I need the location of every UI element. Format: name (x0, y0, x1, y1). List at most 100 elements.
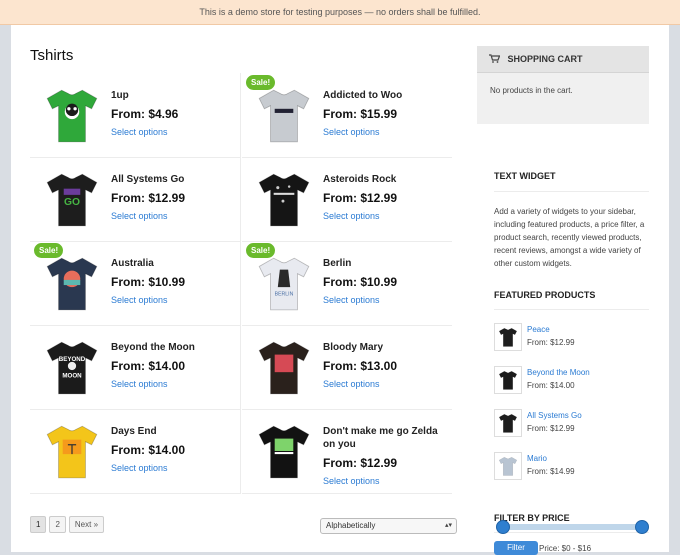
next-page-button[interactable]: Next » (68, 516, 105, 533)
page-1-button[interactable]: 1 (30, 516, 47, 533)
sidebar: SHOPPING CART No products in the cart. T… (477, 46, 649, 552)
product-card[interactable]: Sale! BERLIN Berlin From: $10.99 Select opti… (242, 241, 452, 326)
cart-title: SHOPPING CART (507, 54, 583, 64)
select-arrows-icon: ▴▾ (444, 522, 452, 529)
featured-product-item[interactable]: All Systems Go From: $12.99 (494, 409, 649, 443)
price-slider-track[interactable] (500, 524, 640, 530)
filter-button[interactable]: Filter (494, 541, 538, 555)
sort-selected-value: Alphabetically (326, 521, 376, 530)
select-options-link[interactable]: Select options (111, 463, 239, 473)
cart-icon (489, 54, 501, 63)
divider (494, 191, 649, 192)
product-info: Australia From: $10.99 Select options (111, 257, 239, 305)
price-slider-max-handle[interactable] (635, 520, 649, 534)
svg-text:BEYOND: BEYOND (59, 356, 86, 363)
select-options-link[interactable]: Select options (323, 127, 451, 137)
product-price: From: $12.99 (323, 456, 398, 470)
product-name[interactable]: All Systems Go (111, 173, 239, 186)
product-card[interactable]: Bloody Mary From: $13.00 Select options (242, 325, 452, 410)
product-name[interactable]: Bloody Mary (323, 341, 451, 354)
product-thumbnail[interactable] (40, 419, 104, 483)
svg-text:MOON: MOON (62, 372, 82, 379)
text-widget-body: Add a variety of widgets to your sidebar… (494, 207, 645, 268)
product-name[interactable]: Don't make me go Zelda on you (323, 425, 451, 451)
sort-select[interactable]: Alphabetically ▴▾ (320, 518, 457, 534)
product-thumbnail[interactable]: BEYOND MOON (40, 335, 104, 399)
select-options-link[interactable]: Select options (323, 295, 451, 305)
product-price: From: $15.99 (323, 107, 398, 121)
shopping-cart-widget: SHOPPING CART No products in the cart. (477, 46, 649, 124)
product-card[interactable]: 1up From: $4.96 Select options (30, 73, 241, 158)
select-options-link[interactable]: Select options (111, 379, 239, 389)
featured-product-price: From: $12.99 (527, 338, 575, 347)
product-thumbnail[interactable] (40, 83, 104, 147)
featured-product-name[interactable]: Mario (527, 454, 547, 463)
featured-product-item[interactable]: Mario From: $14.99 (494, 452, 649, 486)
product-thumbnail[interactable] (252, 335, 316, 399)
featured-product-price: From: $14.99 (527, 467, 575, 476)
divider (494, 532, 649, 533)
product-info: Addicted to Woo From: $15.99 Select option… (323, 89, 451, 137)
select-options-link[interactable]: Select options (111, 211, 239, 221)
featured-product-name[interactable]: Peace (527, 325, 550, 334)
page-title: Tshirts (30, 47, 74, 64)
product-name[interactable]: Beyond the Moon (111, 341, 239, 354)
product-name[interactable]: Addicted to Woo (323, 89, 451, 102)
product-info: Days End From: $14.00 Select options (111, 425, 239, 473)
product-card[interactable]: Sale! Addicted to Woo From: $15.99 Select o… (242, 73, 452, 158)
product-card[interactable]: Days End From: $14.00 Select options (30, 409, 241, 494)
featured-products-title: FEATURED PRODUCTS (494, 290, 596, 300)
product-card[interactable]: Don't make me go Zelda on you From: $12.9… (242, 409, 452, 494)
price-slider-min-handle[interactable] (496, 520, 510, 534)
page: Tshirts 1up From: $4.96 Select options Sale… (11, 25, 669, 552)
page-2-button[interactable]: 2 (49, 516, 66, 533)
product-thumbnail[interactable] (252, 167, 316, 231)
product-card[interactable]: Sale! Australia From: $10.99 Select options (30, 241, 241, 326)
product-thumbnail[interactable]: BERLIN (252, 251, 316, 315)
cart-header: SHOPPING CART (477, 46, 649, 73)
featured-product-thumbnail[interactable] (494, 452, 522, 480)
cart-empty-message: No products in the cart. (490, 86, 573, 95)
product-name[interactable]: Australia (111, 257, 239, 270)
select-options-link[interactable]: Select options (323, 379, 451, 389)
product-price: From: $14.00 (111, 359, 186, 373)
featured-product-thumbnail[interactable] (494, 409, 522, 437)
featured-product-thumbnail[interactable] (494, 323, 522, 351)
product-thumbnail[interactable] (40, 251, 104, 315)
product-card[interactable]: GO All Systems Go From: $12.99 Select optio… (30, 157, 241, 242)
select-options-link[interactable]: Select options (111, 127, 239, 137)
product-info: 1up From: $4.96 Select options (111, 89, 239, 137)
select-options-link[interactable]: Select options (111, 295, 239, 305)
product-name[interactable]: 1up (111, 89, 239, 102)
product-thumbnail[interactable] (252, 419, 316, 483)
featured-product-item[interactable]: Beyond the Moon From: $14.00 (494, 366, 649, 400)
svg-text:BERLIN: BERLIN (275, 291, 294, 297)
product-card[interactable]: BEYOND MOON Beyond the Moon From: $14.00 Sel… (30, 325, 241, 410)
svg-text:GO: GO (64, 197, 80, 208)
product-name[interactable]: Days End (111, 425, 239, 438)
featured-product-item[interactable]: Peace From: $12.99 (494, 323, 649, 357)
featured-product-price: From: $14.00 (527, 381, 575, 390)
select-options-link[interactable]: Select options (323, 476, 451, 486)
demo-store-notice: This is a demo store for testing purpose… (0, 0, 680, 25)
select-options-link[interactable]: Select options (323, 211, 451, 221)
product-info: All Systems Go From: $12.99 Select options (111, 173, 239, 221)
product-info: Berlin From: $10.99 Select options (323, 257, 451, 305)
product-thumbnail[interactable]: GO (40, 167, 104, 231)
product-thumbnail[interactable] (252, 83, 316, 147)
main-content: Tshirts 1up From: $4.96 Select options Sale… (30, 25, 457, 552)
pagination: 1 2 Next » (30, 516, 105, 533)
featured-product-thumbnail[interactable] (494, 366, 522, 394)
featured-product-name[interactable]: Beyond the Moon (527, 368, 590, 377)
divider (494, 309, 649, 310)
product-price: From: $12.99 (111, 191, 186, 205)
product-card[interactable]: Asteroids Rock From: $12.99 Select options (242, 157, 452, 242)
product-price: From: $12.99 (323, 191, 398, 205)
product-price: From: $14.00 (111, 443, 186, 457)
product-info: Beyond the Moon From: $14.00 Select option… (111, 341, 239, 389)
product-price: From: $4.96 (111, 107, 179, 121)
product-name[interactable]: Asteroids Rock (323, 173, 451, 186)
product-info: Asteroids Rock From: $12.99 Select options (323, 173, 451, 221)
product-name[interactable]: Berlin (323, 257, 451, 270)
featured-product-name[interactable]: All Systems Go (527, 411, 582, 420)
